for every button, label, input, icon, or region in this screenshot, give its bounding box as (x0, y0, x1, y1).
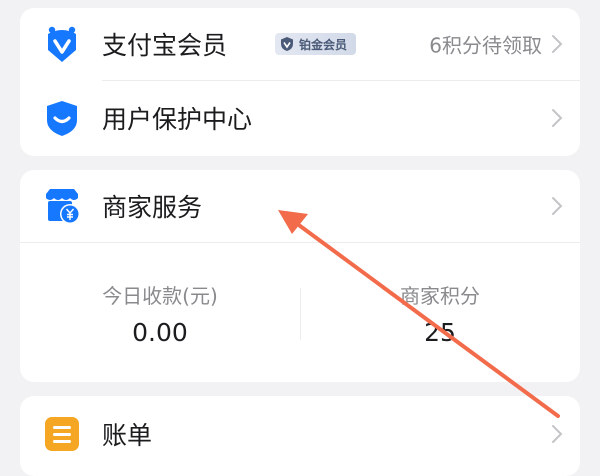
merchant-points-stat[interactable]: 商家积分 25 (300, 266, 580, 382)
today-receipts-stat[interactable]: 今日收款(元) 0.00 (20, 266, 300, 382)
bills-row[interactable]: 账单 (20, 398, 580, 470)
merchant-card: 商家服务 今日收款(元) 0.00 商家积分 25 (20, 170, 580, 382)
bills-label: 账单 (102, 421, 153, 450)
merchant-store-icon (42, 186, 82, 226)
shield-icon (42, 98, 82, 138)
stat-title: 今日收款(元) (102, 284, 218, 308)
merchant-service-row[interactable]: 商家服务 (20, 170, 580, 242)
membership-row[interactable]: 支付宝会员 铂金会员 6积分待领取 (20, 8, 580, 80)
points-pending-text: 6积分待领取 (429, 33, 542, 58)
stat-value: 0.00 (132, 318, 188, 347)
bill-icon (42, 414, 82, 454)
membership-label: 支付宝会员 (102, 31, 228, 60)
stat-title: 商家积分 (400, 284, 480, 308)
chevron-right-icon (552, 35, 563, 53)
row-divider (20, 242, 580, 243)
chevron-right-icon (552, 197, 563, 215)
row-divider (102, 80, 580, 81)
badge-text: 铂金会员 (299, 37, 348, 52)
merchant-service-label: 商家服务 (102, 193, 203, 222)
badge-shield-icon (281, 37, 293, 51)
user-protection-row[interactable]: 用户保护中心 (20, 82, 580, 154)
stat-value: 25 (424, 318, 456, 347)
chevron-right-icon (552, 425, 563, 443)
bills-card: 账单 (20, 396, 580, 476)
chevron-right-icon (552, 109, 563, 127)
account-card: 支付宝会员 铂金会员 6积分待领取 用户保护中心 (20, 8, 580, 156)
merchant-stats: 今日收款(元) 0.00 商家积分 25 (20, 266, 580, 382)
alipay-member-icon (42, 24, 82, 64)
platinum-badge: 铂金会员 (275, 33, 357, 55)
user-protection-label: 用户保护中心 (102, 105, 253, 134)
